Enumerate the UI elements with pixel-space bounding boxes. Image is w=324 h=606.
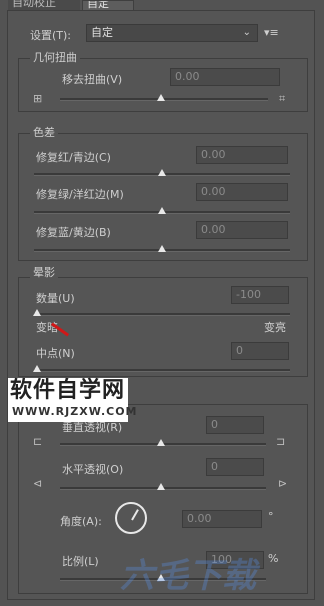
fix-red-cyan-field[interactable]: 0.00 <box>196 146 288 164</box>
angle-unit: ° <box>268 510 274 523</box>
midpoint-field[interactable]: 0 <box>231 342 289 360</box>
lighten-label: 变亮 <box>264 321 286 334</box>
settings-menu-icon[interactable]: ▾≡ <box>264 27 292 39</box>
fix-green-magenta-label: 修复绿/洋红边(M) <box>36 188 124 201</box>
chromatic-aberration-title: 色差 <box>30 127 58 139</box>
fix-blue-yellow-slider-thumb[interactable] <box>158 245 166 252</box>
horizontal-perspective-label: 水平透视(O) <box>62 463 124 476</box>
vertical-perspective-field[interactable]: 0 <box>206 416 264 434</box>
vertical-perspective-slider-thumb[interactable] <box>157 439 165 446</box>
watermark-big-text: 软件自学网 <box>10 378 126 403</box>
vignette-title: 晕影 <box>30 267 58 279</box>
fix-red-cyan-slider-thumb[interactable] <box>158 169 166 176</box>
horizontal-perspective-field[interactable]: 0 <box>206 458 264 476</box>
fix-green-magenta-field[interactable]: 0.00 <box>196 183 288 201</box>
vertical-perspective-right-icon: ⊐ <box>276 435 286 448</box>
vignette-amount-label: 数量(U) <box>36 292 75 305</box>
scale-unit: % <box>268 552 279 565</box>
fix-blue-yellow-label: 修复蓝/黄边(B) <box>36 226 111 239</box>
settings-select[interactable]: 自定 ⌄ <box>86 24 258 42</box>
settings-select-value: 自定 <box>91 26 113 39</box>
midpoint-slider-thumb[interactable] <box>33 365 41 372</box>
tab-custom[interactable]: 自定 <box>82 0 134 10</box>
tab-auto-correction[interactable]: 自动校正 <box>8 0 80 10</box>
watermark-logo: 软件自学网 WWW.RJZXW.COM <box>8 378 137 422</box>
geometric-distortion-title: 几何扭曲 <box>30 52 80 64</box>
vignette-amount-slider-thumb[interactable] <box>33 309 41 316</box>
midpoint-label: 中点(N) <box>36 347 75 360</box>
chevron-down-icon: ⌄ <box>242 27 251 38</box>
vertical-perspective-left-icon: ⊏ <box>33 435 43 448</box>
settings-label: 设置(T): <box>30 29 72 42</box>
horizontal-perspective-right-icon: ⊳ <box>278 477 288 490</box>
fix-blue-yellow-field[interactable]: 0.00 <box>196 221 288 239</box>
angle-needle <box>131 509 139 521</box>
vignette-amount-field[interactable]: -100 <box>231 286 289 304</box>
barrel-distortion-icon: ⊞ <box>33 92 43 105</box>
fix-red-cyan-label: 修复红/青边(C) <box>36 151 111 164</box>
distortion-slider-thumb[interactable] <box>157 94 165 101</box>
angle-dial[interactable] <box>115 502 147 534</box>
fix-green-magenta-slider-thumb[interactable] <box>158 207 166 214</box>
pincushion-distortion-icon: ⌗ <box>279 92 286 105</box>
midpoint-slider-track[interactable] <box>34 369 290 372</box>
watermark-overlay: 六毛下载 <box>120 556 256 596</box>
watermark-small-text: WWW.RJZXW.COM <box>12 405 138 418</box>
vignette-amount-slider-track[interactable] <box>34 313 290 316</box>
horizontal-perspective-left-icon: ⊲ <box>33 477 43 490</box>
tab-bar: 自动校正 自定 <box>0 0 324 10</box>
scale-label: 比例(L) <box>62 555 99 568</box>
distortion-field[interactable]: 0.00 <box>170 68 280 86</box>
horizontal-perspective-slider-thumb[interactable] <box>157 483 165 490</box>
angle-label: 角度(A): <box>60 515 102 528</box>
angle-field[interactable]: 0.00 <box>182 510 262 528</box>
distortion-label: 移去扭曲(V) <box>62 73 123 86</box>
